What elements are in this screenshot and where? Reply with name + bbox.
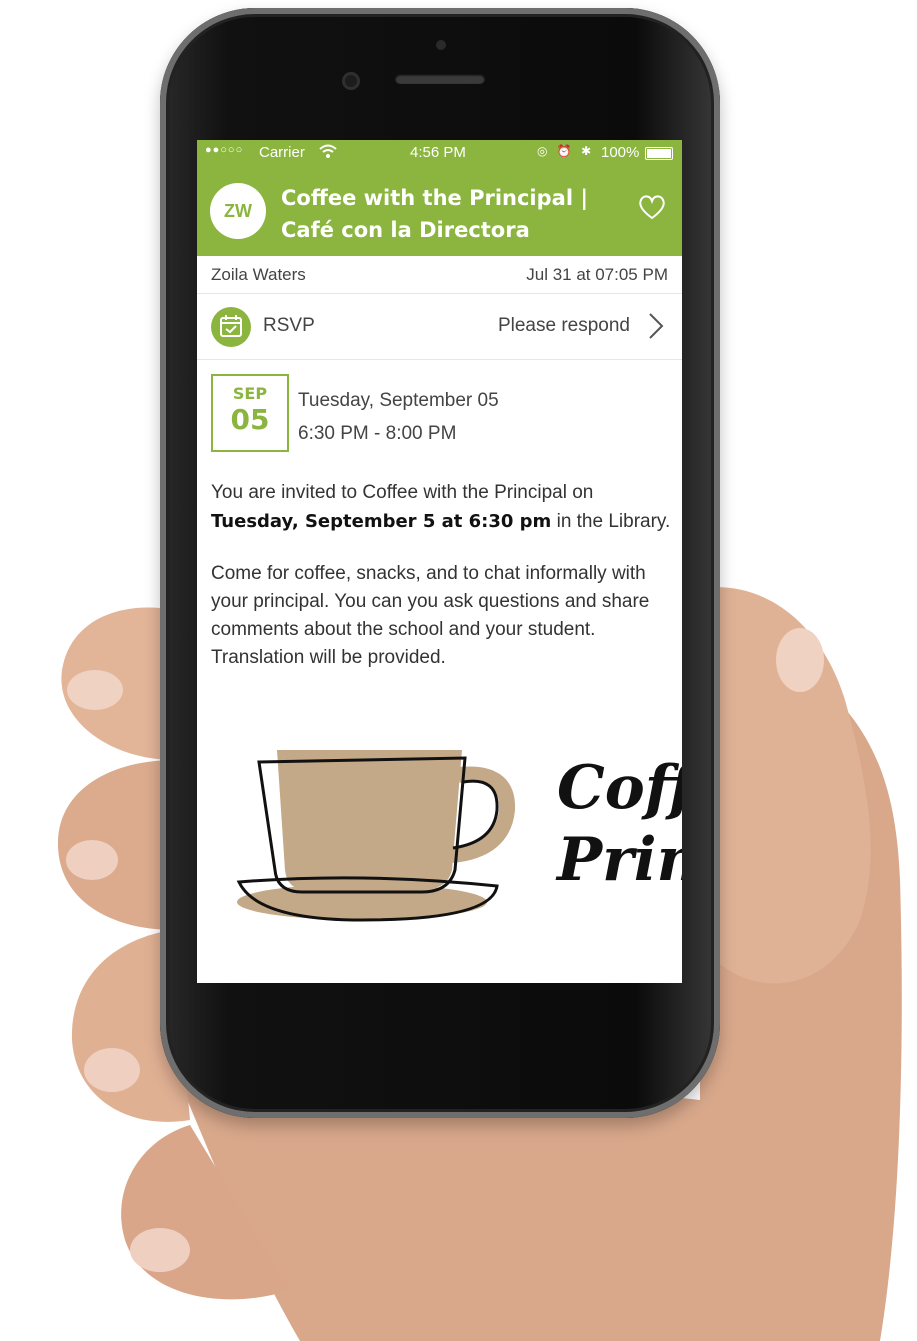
- rsvp-row[interactable]: RSVP Please respond: [197, 293, 682, 360]
- battery-icon: [645, 147, 673, 160]
- chevron-right-icon: [649, 313, 664, 339]
- description-paragraph-2: Come for coffee, snacks, and to chat inf…: [211, 563, 650, 668]
- artwork-lettering: Coff Prin: [557, 752, 682, 896]
- event-date-badge: SEP 05: [211, 374, 289, 452]
- front-camera: [342, 72, 360, 90]
- battery-percent: 100%: [601, 144, 640, 161]
- event-date-text: Tuesday, September 05: [298, 390, 499, 411]
- proximity-sensor: [436, 40, 446, 50]
- event-month: SEP: [232, 384, 268, 403]
- rsvp-label: RSVP: [263, 315, 315, 336]
- title-line-1: Coffee with the Principal |: [281, 186, 589, 210]
- earpiece-speaker: [395, 74, 485, 84]
- avatar[interactable]: ZW: [210, 183, 266, 239]
- wifi-icon: [319, 143, 337, 163]
- event-day: 05: [230, 403, 270, 436]
- author-name: Zoila Waters: [211, 265, 306, 284]
- carrier-name: Carrier: [259, 144, 305, 161]
- description-highlight: Tuesday, September 5 at 6:30 pm: [211, 511, 552, 532]
- heart-icon[interactable]: [637, 192, 667, 222]
- event-when: Tuesday, September 05 6:30 PM - 8:00 PM: [298, 384, 499, 450]
- status-icons: ◎ ⏰ ✱: [537, 144, 595, 158]
- description-intro: You are invited to Coffee with the Princ…: [211, 482, 594, 503]
- post-date: Jul 31 at 07:05 PM: [526, 265, 668, 284]
- app-screen: ●●○○○ Carrier 4:56 PM ◎ ⏰ ✱ 100% ZW Coff…: [197, 140, 682, 983]
- rsvp-status: Please respond: [497, 315, 630, 336]
- description-paragraph-1: You are invited to Coffee with the Princ…: [211, 478, 671, 536]
- artwork-line-2: Prin: [557, 825, 682, 895]
- description-location: in the Library.: [551, 511, 671, 532]
- signal-strength: ●●○○○: [205, 144, 244, 156]
- status-bar: ●●○○○ Carrier 4:56 PM ◎ ⏰ ✱ 100%: [197, 140, 682, 166]
- page-title: Coffee with the Principal | Café con la …: [281, 182, 611, 246]
- calendar-check-icon: [211, 307, 251, 347]
- event-time-text: 6:30 PM - 8:00 PM: [298, 423, 457, 444]
- status-time: 4:56 PM: [410, 144, 466, 161]
- event-header: ZW Coffee with the Principal | Café con …: [197, 166, 682, 256]
- artwork-line-1: Coff: [557, 753, 682, 823]
- post-meta: Zoila Waters Jul 31 at 07:05 PM: [197, 256, 682, 294]
- title-line-2: Café con la Directora: [281, 218, 530, 242]
